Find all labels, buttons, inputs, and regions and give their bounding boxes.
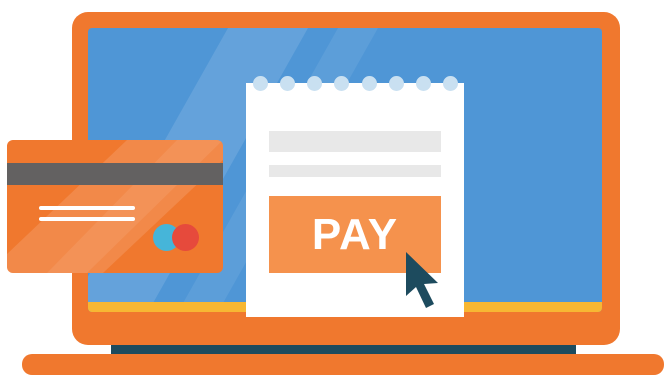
receipt-hole bbox=[415, 75, 431, 91]
receipt-hole bbox=[442, 75, 458, 91]
receipt-hole bbox=[253, 75, 268, 91]
receipt-hole bbox=[361, 75, 377, 91]
receipt-hole bbox=[307, 75, 323, 91]
receipt-hole bbox=[388, 75, 404, 91]
logo-circle-right bbox=[172, 224, 199, 251]
mouse-pointer-icon bbox=[406, 252, 438, 308]
laptop-base bbox=[22, 354, 664, 375]
card-network-logo-icon bbox=[153, 224, 201, 252]
card-holder-placeholder bbox=[39, 217, 135, 221]
receipt-binding-holes bbox=[253, 74, 458, 92]
credit-card bbox=[7, 140, 223, 273]
card-magnetic-stripe bbox=[7, 163, 223, 185]
receipt-hole bbox=[334, 75, 350, 91]
receipt-text-placeholder bbox=[269, 165, 441, 177]
receipt-hole bbox=[280, 75, 296, 91]
receipt-text-placeholder bbox=[269, 131, 441, 152]
payment-illustration: PAY bbox=[0, 0, 664, 375]
card-number-placeholder bbox=[39, 206, 135, 210]
